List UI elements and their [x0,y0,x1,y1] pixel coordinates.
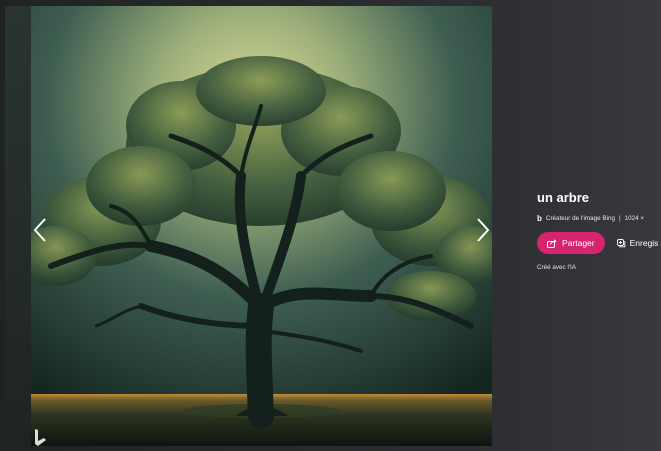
viewer-stage: un arbre b Créateur de l'image Bing | 10… [0,0,661,451]
collection-add-icon [616,239,625,248]
save-button-label: Enregis [629,238,659,248]
meta-separator: | [619,215,621,222]
previous-image-button[interactable] [28,213,52,247]
share-icon [547,238,557,248]
image-size-label: 1024 × [624,215,645,222]
chevron-right-icon [477,218,490,242]
generated-image[interactable] [31,6,492,446]
image-source-label[interactable]: Créateur de l'image Bing [546,215,615,222]
chevron-left-icon [33,218,46,242]
image-details-panel: un arbre b Créateur de l'image Bing | 10… [537,190,661,271]
ai-created-note: Créé avec l'IA [537,264,576,271]
image-source-row: b Créateur de l'image Bing | 1024 × [537,214,661,223]
bing-letter-icon: b [537,214,542,223]
next-image-button[interactable] [471,213,495,247]
share-button[interactable]: Partager [537,232,605,254]
share-button-label: Partager [562,238,595,248]
save-button[interactable]: Enregis [616,238,659,248]
bing-logo-icon [35,429,46,446]
action-row: Partager Enregis [537,232,661,254]
tree-image [31,6,492,446]
image-title: un arbre [537,190,590,205]
